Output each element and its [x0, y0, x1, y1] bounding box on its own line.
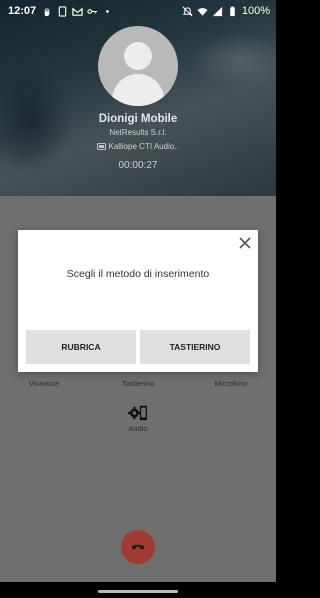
microphone-button[interactable]: Microfono	[208, 379, 254, 388]
battery-icon	[230, 5, 235, 16]
audio-settings-icon	[128, 405, 147, 421]
keypad-dialog-button[interactable]: TASTIERINO	[140, 330, 250, 364]
hangup-button[interactable]	[121, 530, 155, 564]
notification-icons	[42, 5, 113, 17]
contacts-button[interactable]: RUBRICA	[26, 330, 136, 364]
caller-name: Dionigi Mobile	[98, 113, 178, 125]
line-label: Kalliope CTI Audio..	[108, 142, 179, 151]
hand-icon	[44, 7, 50, 16]
notifications-off-icon	[182, 6, 193, 16]
speaker-label: Vivavoce	[28, 379, 60, 388]
keypad-button[interactable]: Tastierino	[118, 379, 158, 388]
avatar	[98, 26, 178, 106]
navigation-bar	[0, 582, 276, 598]
input-method-dialog: Scegli il metodo di inserimento RUBRICA …	[18, 230, 258, 372]
phone-hangup-icon	[131, 544, 145, 550]
speaker-button[interactable]: Vivavoce	[24, 379, 64, 388]
call-header: Dionigi Mobile NetResults S.r.l. Kalliop…	[0, 0, 276, 196]
status-bar: 12:07 100%	[0, 0, 276, 22]
battery-percent: 100%	[241, 5, 270, 17]
status-time: 12:07	[8, 5, 37, 17]
dialog-title: Scegli il metodo di inserimento	[66, 268, 210, 280]
audio-label: Audio	[128, 424, 148, 433]
keypad-label: Tastierino	[121, 379, 155, 388]
signal-icon	[212, 6, 222, 16]
avatar-body	[112, 74, 164, 106]
gmail-icon	[72, 7, 83, 16]
caller-company: NetResults S.r.l.	[109, 128, 167, 137]
audio-button[interactable]: Audio	[118, 404, 158, 433]
sim-card-icon	[58, 5, 67, 17]
call-timer: 00:00:27	[118, 160, 158, 171]
avatar-head	[124, 42, 152, 70]
wifi-icon	[197, 7, 208, 16]
caller-line: Kalliope CTI Audio..	[0, 142, 276, 151]
key-icon	[87, 8, 98, 14]
sim-icon	[97, 143, 107, 151]
home-gesture-handle[interactable]	[98, 590, 178, 593]
microphone-label: Microfono	[214, 379, 248, 388]
close-icon[interactable]	[238, 236, 252, 250]
dot-icon	[106, 9, 110, 13]
